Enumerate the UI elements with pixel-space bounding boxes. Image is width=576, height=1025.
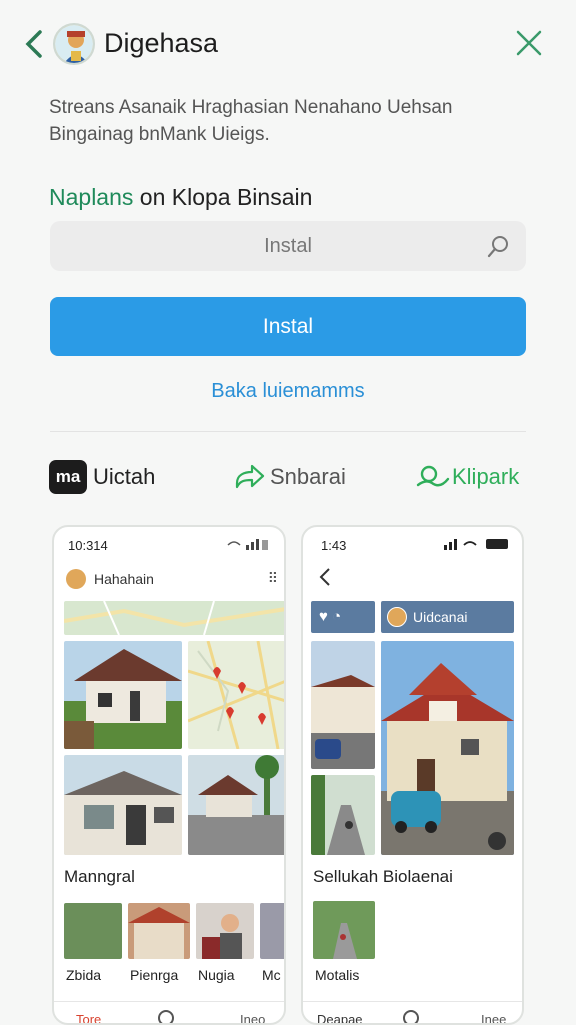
secondary-link[interactable]: Baka luiemamms [0, 380, 576, 403]
divider [50, 431, 526, 432]
signal-icon [226, 537, 270, 554]
app-avatar [53, 23, 95, 65]
share-arrow-icon [234, 461, 266, 493]
more-icon[interactable]: ⠿ [268, 570, 278, 587]
app-description: Streans Asanaik Hraghasian Nenahano Uehs… [49, 97, 453, 145]
share-item-share[interactable]: Snbarai [234, 454, 346, 498]
section-title-rest: on Klopa Binsain [139, 184, 313, 210]
photo-caption: Sellukah Biolaenai [313, 867, 453, 886]
photo-side-2[interactable] [311, 775, 375, 855]
app-logo-icon: ma [49, 460, 87, 495]
chevron-left-icon[interactable] [22, 28, 50, 60]
profile-row: Hahahain ⠿ [54, 567, 284, 597]
app-title: Digehasa [104, 28, 219, 58]
thumb-1[interactable] [64, 903, 122, 959]
thumb-label-3: Nugia [198, 967, 235, 983]
share-row: ma Uictah Snbarai Klipark [0, 454, 576, 498]
share-item-app[interactable]: ma Uictah [49, 454, 155, 498]
status-time: 1:43 [321, 538, 347, 553]
nav-search-icon[interactable] [158, 1010, 174, 1023]
photo-street[interactable] [188, 755, 284, 855]
map-strip [64, 601, 284, 635]
thumb-2[interactable] [128, 903, 190, 959]
profile-name: Hahahain [94, 571, 154, 587]
thumb-label-4: Mc [262, 967, 281, 983]
nav-item-home[interactable]: Tore [76, 1012, 101, 1023]
nav-item-home[interactable]: Deapae [317, 1012, 363, 1023]
header-left-block[interactable]: ♥ ◔ [311, 601, 375, 633]
thumb-road-label: Motalis [315, 967, 360, 983]
section-title-highlight: Naplans [49, 184, 134, 210]
bottom-nav: Deapae Inee [303, 1001, 522, 1023]
nav-search-icon[interactable] [403, 1010, 419, 1023]
status-bar: 10:314 [54, 527, 284, 563]
header-label: Uidcanai [413, 609, 468, 625]
close-icon[interactable] [514, 28, 544, 58]
bottom-nav: Tore Ineo [54, 1001, 284, 1023]
share-label-share: Snbarai [270, 464, 346, 490]
top-bar: Digehasa [0, 0, 576, 88]
phone-screenshot-right[interactable]: 1:43 ♥ ◔ Uidcanai Sellukah Biolaenai Mot… [301, 525, 524, 1025]
thumb-label-2: Pienrga [130, 967, 179, 983]
share-label-link: Klipark [452, 464, 520, 490]
link-icon [416, 461, 450, 493]
share-item-link[interactable]: Klipark [416, 454, 519, 498]
install-button[interactable]: Instal [50, 297, 526, 356]
status-bar: 1:43 [303, 527, 522, 563]
photo-side-1[interactable] [311, 641, 375, 769]
search-field[interactable]: Instal [50, 221, 526, 271]
phone-screenshot-left[interactable]: 10:314 Hahahain ⠿ Manngral Zbida Pienrga… [52, 525, 286, 1025]
search-icon[interactable] [486, 233, 512, 259]
share-label-app: Uictah [93, 464, 156, 490]
profile-avatar [66, 569, 86, 589]
section-label: Manngral [64, 867, 135, 886]
thumb-label-1: Zbida [66, 967, 102, 983]
thumb-3[interactable] [196, 903, 254, 959]
battery-icon [442, 537, 512, 554]
header-avatar [387, 607, 407, 627]
nav-item-info[interactable]: Inee [481, 1012, 506, 1023]
back-icon[interactable] [317, 567, 333, 592]
map-tile[interactable] [188, 641, 284, 749]
nav-item-info[interactable]: Ineo [240, 1012, 265, 1023]
section-title: Naplans on Klopa Binsain [49, 184, 312, 211]
search-placeholder: Instal [264, 235, 312, 257]
header-right-block[interactable]: Uidcanai [381, 601, 514, 633]
photo-house-1[interactable] [64, 641, 182, 749]
thumb-4[interactable] [260, 903, 284, 959]
photo-house-2[interactable] [64, 755, 182, 855]
status-time: 10:314 [68, 538, 108, 553]
photo-main-house[interactable] [381, 641, 514, 855]
thumb-road[interactable] [313, 901, 375, 959]
